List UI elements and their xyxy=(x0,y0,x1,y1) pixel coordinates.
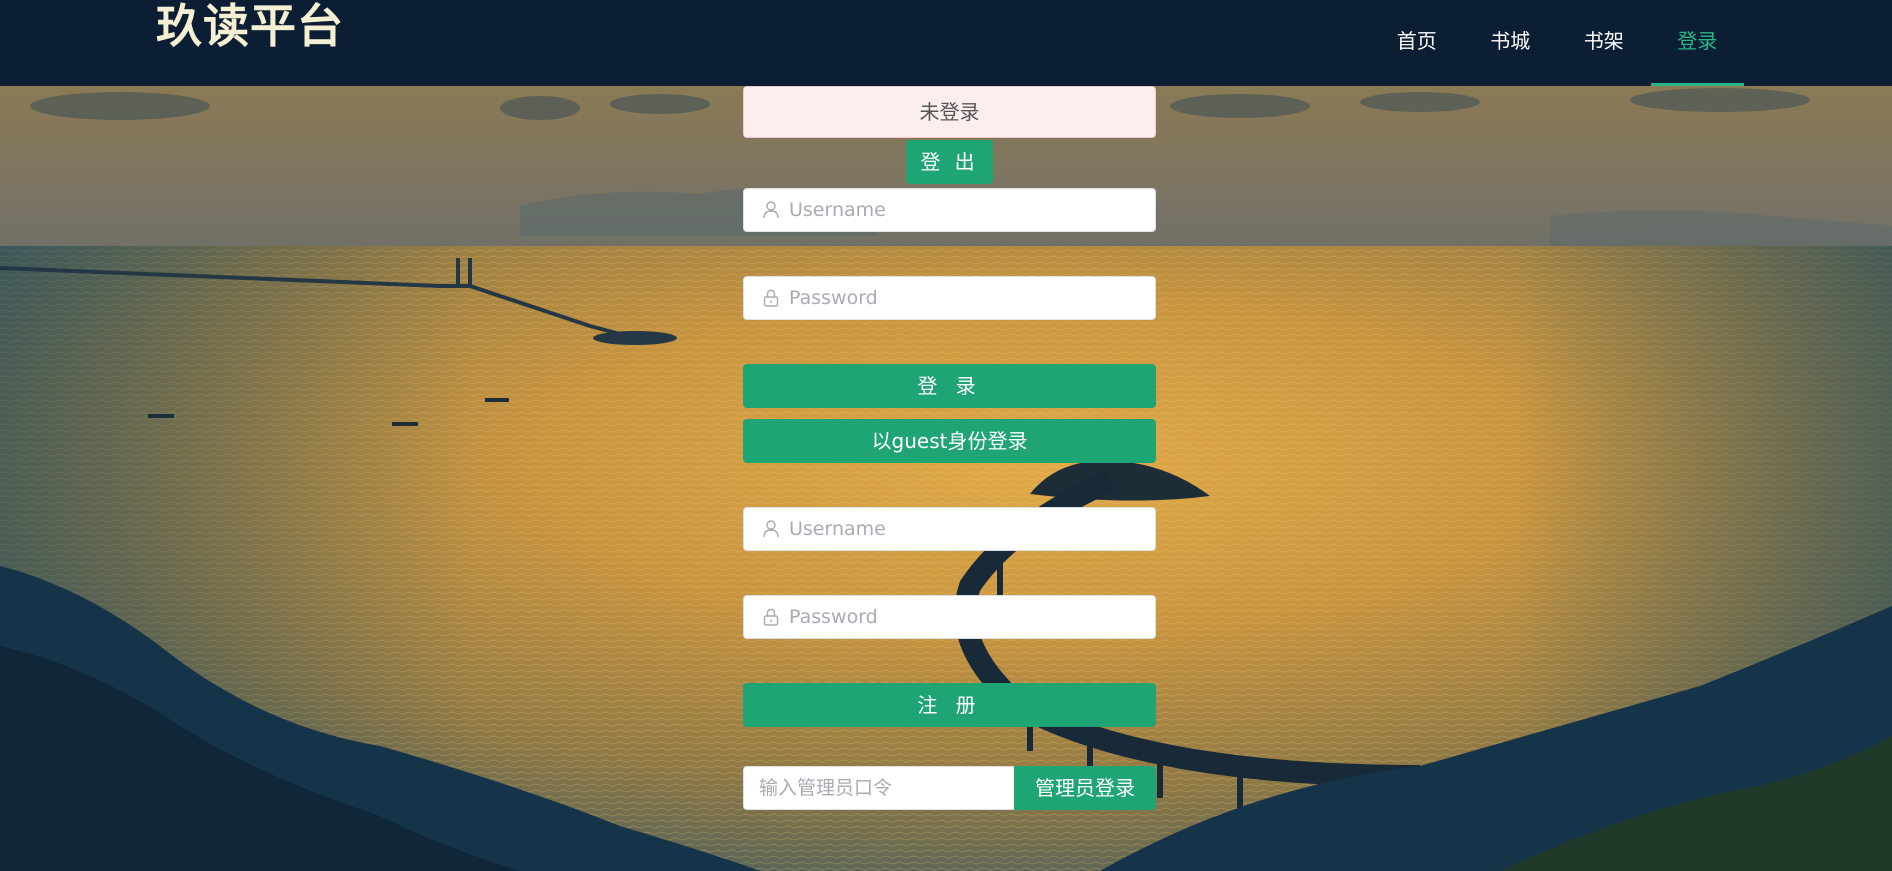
login-status-box: 未登录 xyxy=(743,86,1156,138)
nav-item-bookstore[interactable]: 书城 xyxy=(1464,0,1558,86)
lock-icon xyxy=(763,289,779,307)
login-password-input[interactable] xyxy=(789,278,1155,318)
login-username-field[interactable] xyxy=(743,188,1156,232)
admin-login-button[interactable]: 管理员登录 xyxy=(1014,766,1156,810)
register-password-field[interactable] xyxy=(743,595,1156,639)
nav-item-login[interactable]: 登录 xyxy=(1650,0,1745,86)
logout-button[interactable]: 登 出 xyxy=(906,140,993,184)
register-button[interactable]: 注 册 xyxy=(743,683,1156,727)
user-icon xyxy=(763,520,779,538)
guest-login-button[interactable]: 以guest身份登录 xyxy=(743,419,1156,463)
user-icon xyxy=(763,201,779,219)
main-nav: 首页 书城 书架 登录 xyxy=(1370,0,1744,86)
register-username-input[interactable] xyxy=(789,509,1155,549)
admin-passcode-input[interactable] xyxy=(743,766,1014,810)
register-password-input[interactable] xyxy=(789,597,1155,637)
login-button[interactable]: 登 录 xyxy=(743,364,1156,408)
login-username-input[interactable] xyxy=(789,190,1155,230)
admin-login-group: 管理员登录 xyxy=(743,766,1156,810)
brand-logo[interactable]: 玖读平台 xyxy=(156,0,344,52)
nav-item-home[interactable]: 首页 xyxy=(1370,0,1464,86)
login-password-field[interactable] xyxy=(743,276,1156,320)
top-navbar: 玖读平台 首页 书城 书架 登录 xyxy=(0,0,1892,86)
lock-icon xyxy=(763,608,779,626)
nav-item-bookshelf[interactable]: 书架 xyxy=(1557,0,1651,86)
register-username-field[interactable] xyxy=(743,507,1156,551)
